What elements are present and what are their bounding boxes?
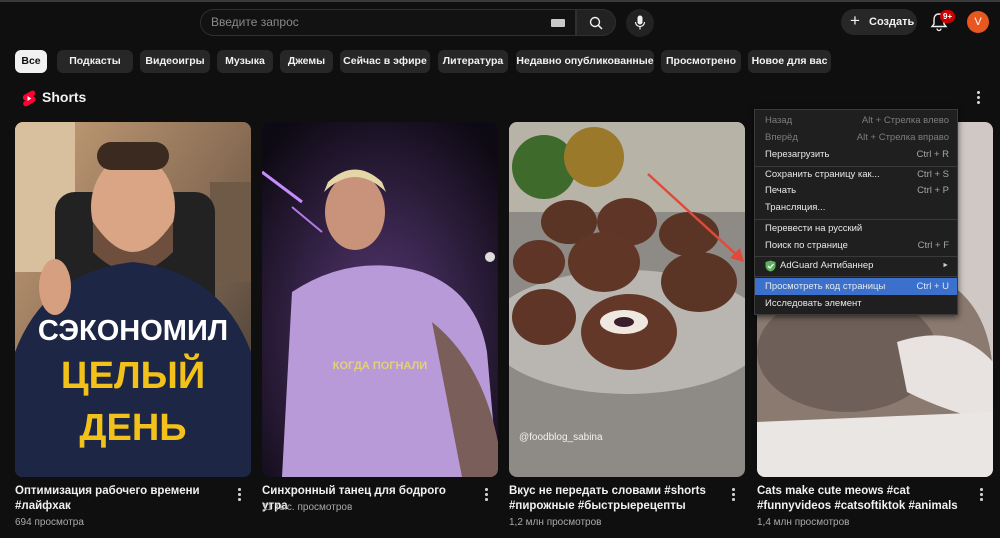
avatar[interactable]: V <box>967 11 989 33</box>
create-button[interactable]: + Создать <box>841 9 917 35</box>
menu-item-save-page[interactable]: Сохранить страницу как... Ctrl + S <box>755 166 957 183</box>
short-title[interactable]: Cats make cute meows #cat #funnyvideos #… <box>757 484 967 514</box>
plus-icon: + <box>850 11 860 30</box>
create-label: Создать <box>869 16 915 28</box>
search-icon <box>589 16 603 30</box>
chip-jams[interactable]: Джемы <box>280 50 333 73</box>
short-views: 11 тыс. просмотров <box>262 502 353 513</box>
menu-item-inspect[interactable]: Исследовать элемент <box>755 295 957 312</box>
short-more-button[interactable] <box>979 488 985 502</box>
menu-item-forward[interactable]: Вперёд Alt + Стрелка вправо <box>755 129 957 146</box>
menu-item-reload[interactable]: Перезагрузить Ctrl + R <box>755 146 957 163</box>
overlay-line: СЭКОНОМИЛ <box>38 315 228 347</box>
menu-item-back[interactable]: Назад Alt + Стрелка влево <box>755 112 957 129</box>
short-thumbnail[interactable]: СЭКОНОМИЛ ЦЕЛЫЙ ДЕНЬ <box>15 122 251 477</box>
annotation-arrow-icon <box>647 173 744 262</box>
submenu-arrow-icon: ► <box>942 262 949 269</box>
overlay-line: ДЕНЬ <box>79 407 186 449</box>
overlay-line: ЦЕЛЫЙ <box>61 352 205 397</box>
search-box[interactable]: Введите запрос <box>200 9 576 36</box>
chip-recently-published[interactable]: Недавно опубликованные <box>516 50 654 73</box>
chip-podcasts[interactable]: Подкасты <box>57 50 133 73</box>
shorts-logo-icon <box>22 90 36 107</box>
short-title[interactable]: Вкус не передать словами #shorts #пирожн… <box>509 484 719 514</box>
chip-literature[interactable]: Литература <box>438 50 508 73</box>
chip-videogames[interactable]: Видеоигры <box>140 50 210 73</box>
chip-all[interactable]: Все <box>15 50 47 73</box>
chip-live[interactable]: Сейчас в эфире <box>340 50 430 73</box>
short-views: 694 просмотра <box>15 517 84 528</box>
microphone-icon <box>634 15 646 30</box>
short-more-button[interactable] <box>731 488 737 502</box>
chip-music[interactable]: Музыка <box>217 50 273 73</box>
menu-item-cast[interactable]: Трансляция... <box>755 199 957 216</box>
section-more-button[interactable] <box>976 90 982 106</box>
short-more-button[interactable] <box>484 488 490 502</box>
short-views: 1,2 млн просмотров <box>509 517 602 528</box>
search-button[interactable] <box>576 9 616 36</box>
voice-search-button[interactable] <box>626 9 654 37</box>
overlay-line: @foodblog_sabina <box>519 432 603 443</box>
notifications-badge: 9+ <box>940 10 956 23</box>
chip-watched[interactable]: Просмотрено <box>661 50 741 73</box>
overlay-line: КОГДА ПОГНАЛИ <box>333 360 428 372</box>
adguard-shield-icon <box>765 260 776 272</box>
menu-item-translate[interactable]: Перевести на русский <box>755 220 957 237</box>
browser-context-menu: Назад Alt + Стрелка влево Вперёд Alt + С… <box>754 109 958 315</box>
short-more-button[interactable] <box>237 488 243 502</box>
menu-item-adguard[interactable]: AdGuard Антибаннер ► <box>755 257 957 274</box>
thumbnail-image: СЭКОНОМИЛ ЦЕЛЫЙ ДЕНЬ <box>15 122 251 477</box>
thumbnail-image: КОГДА ПОГНАЛИ <box>262 122 498 477</box>
menu-item-view-source[interactable]: Просмотреть код страницы Ctrl + U <box>755 278 957 295</box>
window-top-border <box>0 0 1000 2</box>
chip-new-for-you[interactable]: Новое для вас <box>748 50 831 73</box>
menu-item-find[interactable]: Поиск по странице Ctrl + F <box>755 237 957 254</box>
short-title[interactable]: Оптимизация рабочего времени #лайфхак <box>15 484 225 514</box>
menu-separator <box>755 276 957 277</box>
keyboard-icon[interactable] <box>551 19 565 27</box>
search-input[interactable]: Введите запрос <box>211 10 299 35</box>
menu-item-print[interactable]: Печать Ctrl + P <box>755 182 957 199</box>
shorts-section-title: Shorts <box>42 89 87 105</box>
short-thumbnail[interactable]: КОГДА ПОГНАЛИ <box>262 122 498 477</box>
short-views: 1,4 млн просмотров <box>757 517 850 528</box>
